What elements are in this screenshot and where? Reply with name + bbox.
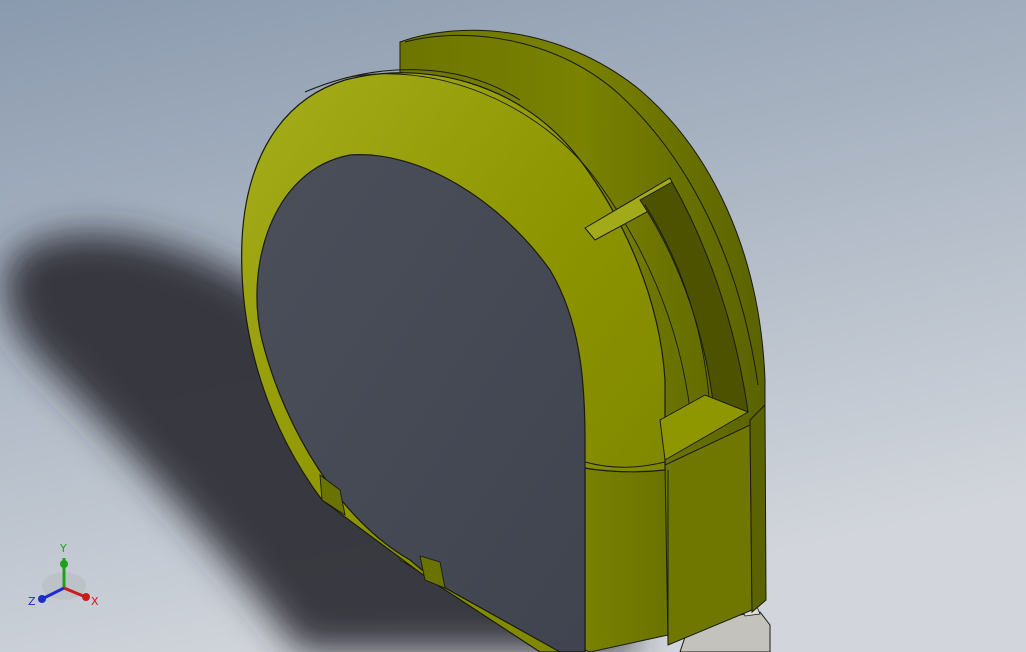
triad-y-label: Y [59, 542, 67, 555]
triad-z-label: Z [28, 595, 36, 608]
graphics-viewport[interactable]: Y X Z [0, 0, 1026, 652]
triad-x-cap [82, 593, 90, 601]
triad-y-cap [60, 560, 68, 568]
triad-x-label: X [91, 595, 99, 608]
triad-z-cap [38, 595, 46, 603]
model-canvas[interactable] [0, 0, 1026, 652]
orientation-triad[interactable]: Y X Z [24, 538, 104, 612]
